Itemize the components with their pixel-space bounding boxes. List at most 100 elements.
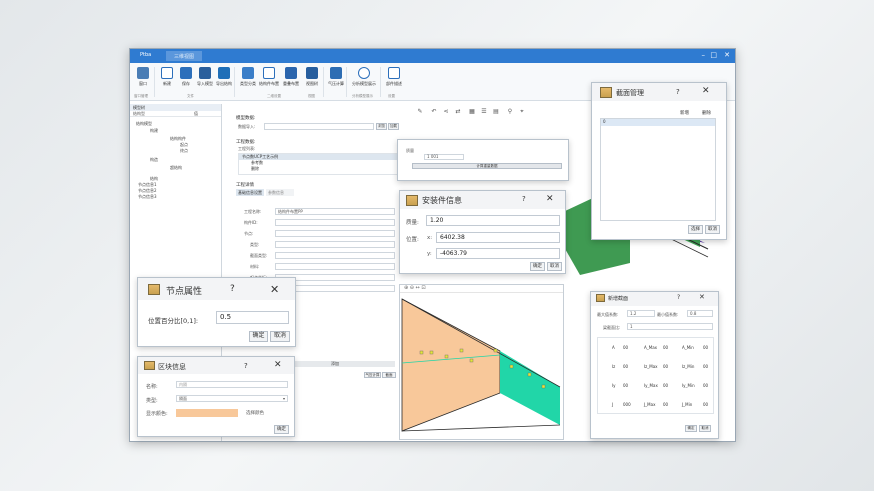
grid-icon[interactable]: ▦ — [468, 108, 476, 116]
group-settings: 设置 — [388, 94, 395, 98]
project-list: 节点数UCP工艺示例 参考数 删除 — [238, 153, 398, 175]
help-icon[interactable]: ? — [230, 284, 235, 294]
overlap-layout-button[interactable]: 重叠布置 — [280, 67, 302, 87]
component-id-field[interactable] — [275, 219, 395, 226]
minimize-icon[interactable]: – — [702, 51, 706, 59]
cancel-button[interactable]: 取消 — [705, 225, 720, 234]
position-percent-label: 位置百分比[0,1]: — [148, 317, 199, 325]
section-model-data: 模型数据: — [236, 116, 256, 121]
ok-button[interactable]: 确定 — [274, 425, 289, 434]
tree-col-value: 值 — [194, 111, 198, 116]
detail-view[interactable]: ⊕ ⊖ ↔ ⊡ — [399, 284, 564, 440]
ratio-input[interactable]: 1 — [627, 323, 713, 330]
cancel-button[interactable]: 取消 — [699, 425, 711, 432]
tab-3d-view[interactable]: 三维视图 — [166, 51, 203, 61]
dialog-app-icon — [144, 361, 155, 370]
ratio-label: 梁截面比: — [603, 325, 621, 330]
section-type-field[interactable] — [275, 252, 395, 259]
type-field[interactable] — [275, 241, 395, 248]
node-icon[interactable]: ⌖ — [518, 108, 526, 116]
project-list-item[interactable]: 删除 — [239, 166, 397, 172]
layers-icon[interactable]: ▤ — [492, 108, 500, 116]
close-icon[interactable]: ✕ — [702, 86, 710, 96]
view-toolbar: ✎ ↶ ⋖ ⇄ ▦ ☰ ▤ ⚲ ⌖ — [416, 108, 546, 118]
section-list-item[interactable]: 0 — [601, 119, 715, 126]
cancel-button[interactable]: 取消 — [547, 262, 562, 271]
window-button[interactable]: 窗口 — [132, 67, 154, 87]
close-icon[interactable]: ✕ — [699, 293, 705, 301]
close-window-icon[interactable]: ✕ — [724, 51, 730, 59]
cancel-button[interactable]: 取消 — [270, 331, 290, 342]
y-input[interactable]: -4063.79 — [436, 248, 560, 259]
chevron-down-icon: ▾ — [282, 396, 285, 401]
max-input[interactable]: 1.2 — [627, 310, 655, 317]
delete-section-button[interactable]: 删除 — [702, 110, 711, 116]
name-input[interactable]: 内隔 — [176, 381, 288, 388]
position-percent-input[interactable]: 0.5 — [216, 311, 289, 324]
bottom-edge — [401, 424, 561, 432]
browse-button[interactable]: 浏览 — [376, 123, 387, 130]
component-layout-button[interactable]: 结构件布置 — [258, 67, 280, 87]
tree-item[interactable]: 终点 — [180, 148, 188, 154]
maximize-icon[interactable]: □ — [710, 51, 717, 59]
x-input[interactable]: 6402.38 — [436, 232, 560, 243]
pressure-calc-button[interactable]: 气压计算 — [325, 67, 347, 87]
title-bar: Ptba 三维视图 – □ ✕ — [130, 49, 735, 63]
min-input[interactable]: 0.8 — [687, 310, 713, 317]
dialog-app-icon — [406, 195, 418, 206]
close-icon[interactable]: ✕ — [274, 360, 282, 370]
tree-item[interactable]: 超结构 — [170, 165, 182, 171]
measure-icon[interactable]: ⇄ — [454, 108, 462, 116]
tree-item[interactable]: 构造 — [150, 157, 158, 163]
ok-button[interactable]: 确定 — [530, 262, 545, 271]
share-icon[interactable]: ⋖ — [442, 108, 450, 116]
tree-item[interactable]: 节点信息3 — [138, 194, 157, 200]
export-structure-button[interactable]: 导出结构 — [213, 67, 235, 87]
weight-field[interactable]: 1 001 — [424, 154, 464, 160]
tree-header: 模型树 — [130, 104, 221, 111]
help-icon[interactable]: ? — [676, 88, 680, 96]
group-2d: 二维设置 — [267, 94, 281, 98]
project-list-label: 工程列表: — [238, 146, 256, 151]
import-path-field[interactable] — [264, 123, 374, 130]
help-icon[interactable]: ? — [244, 362, 248, 370]
tree-item[interactable]: 构建 — [150, 128, 158, 134]
type-classify-button[interactable]: 类型分类 — [237, 67, 259, 87]
ok-button[interactable]: 确定 — [249, 331, 268, 342]
tree-view-icon[interactable]: ⚲ — [506, 108, 514, 116]
load-button[interactable]: 加载 — [388, 123, 399, 130]
tab-basic-info[interactable]: 基础信息设置 — [236, 189, 264, 196]
ok-button[interactable]: 确定 — [685, 425, 697, 432]
part-describe-button[interactable]: 部件描述 — [383, 67, 405, 87]
dialog-app-icon — [148, 284, 160, 295]
node-field[interactable] — [275, 230, 395, 237]
select-button[interactable]: 选择 — [688, 225, 703, 234]
mass-input[interactable]: 1.20 — [426, 215, 560, 226]
edit-icon[interactable]: ✎ — [416, 108, 424, 116]
new-file-icon — [161, 67, 173, 79]
close-icon[interactable]: ✕ — [546, 194, 554, 204]
type-select[interactable]: 隔面 ▾ — [176, 395, 288, 402]
view-tree-button[interactable]: 视图树 — [301, 67, 323, 87]
close-icon[interactable]: ✕ — [270, 283, 279, 296]
add-section-button[interactable]: 新增 — [680, 110, 689, 116]
help-icon[interactable]: ? — [677, 294, 680, 301]
choose-color-button[interactable]: 选择颜色 — [246, 410, 264, 416]
pressure-button[interactable]: 气压计算 — [364, 372, 381, 378]
help-icon[interactable]: ? — [522, 195, 526, 203]
y-label: y: — [427, 251, 432, 257]
calc-weight-button[interactable]: 计算重量数据 — [412, 163, 562, 169]
list-icon[interactable]: ☰ — [480, 108, 488, 116]
tree-item[interactable]: 结构模型 — [136, 121, 152, 127]
section-diagram — [401, 298, 561, 432]
section-button[interactable]: 截面 — [382, 372, 396, 378]
node-attributes-dialog: 节点属性 ? ✕ 位置百分比[0,1]: 0.5 确定 取消 — [137, 277, 296, 347]
min-label: 最小值系数: — [657, 312, 679, 317]
tab-param-info[interactable]: 参数信息 — [266, 189, 294, 196]
project-name-field[interactable]: 结构件布置PP — [275, 208, 395, 215]
analysis-model-button[interactable]: 分析模型展示 — [350, 67, 378, 87]
material-field[interactable] — [275, 263, 395, 270]
dialog-app-icon — [596, 294, 605, 302]
undo-icon[interactable]: ↶ — [430, 108, 438, 116]
name-label: 名称: — [146, 384, 158, 390]
